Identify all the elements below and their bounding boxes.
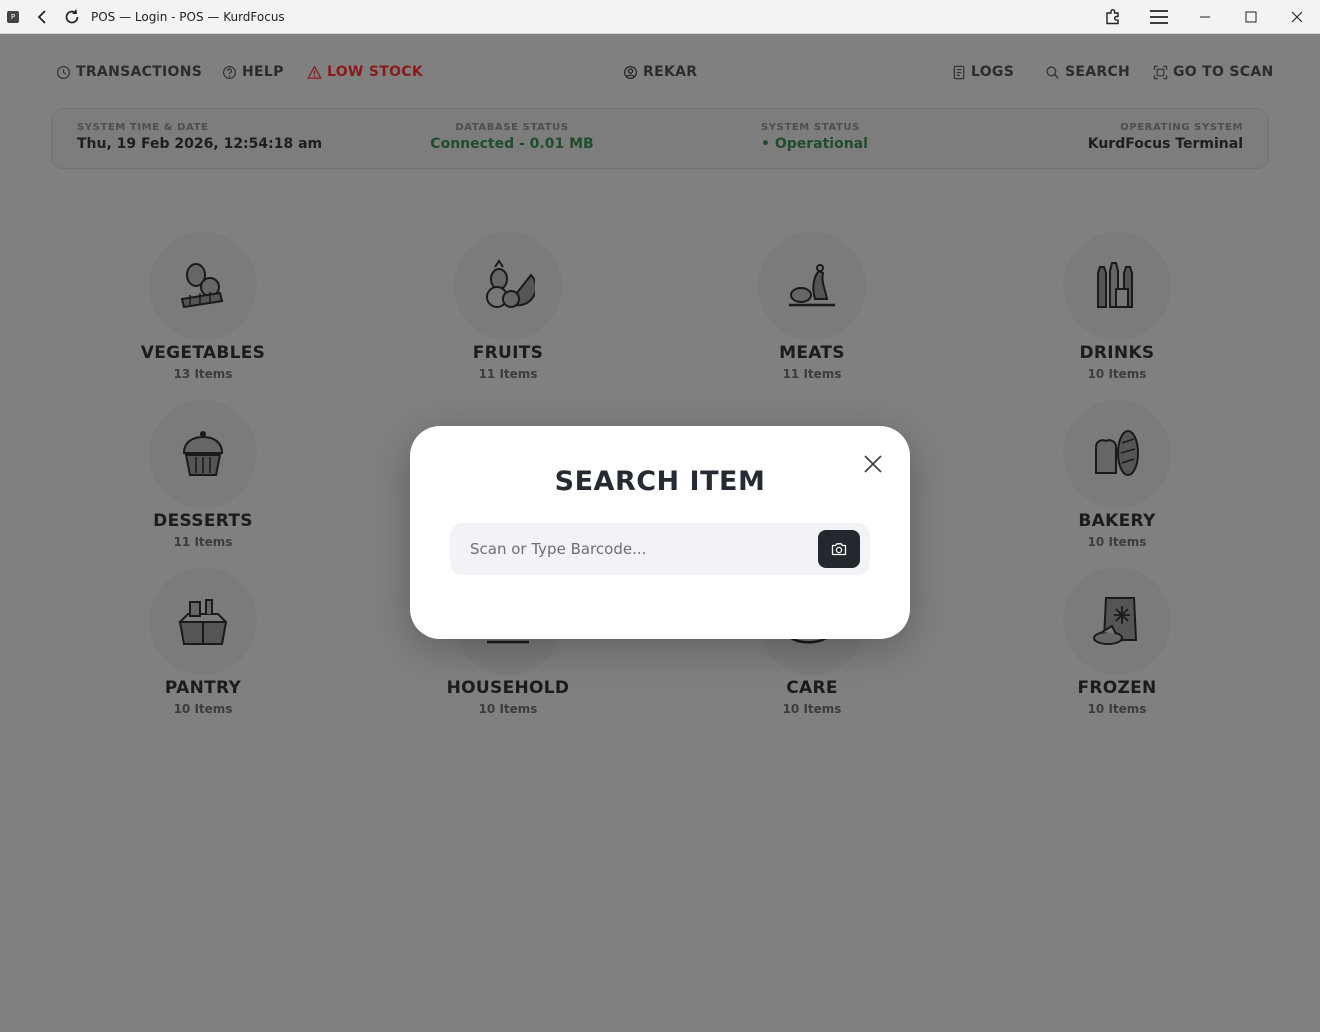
- modal-title: SEARCH ITEM: [554, 466, 766, 497]
- minimize-icon: [1200, 16, 1210, 18]
- back-arrow-icon: [37, 9, 46, 24]
- scan-icon: [1153, 65, 1168, 79]
- app-icon: P: [7, 10, 19, 23]
- barcode-search-box: [450, 523, 870, 575]
- top-navigation: TRANSACTIONS HELP LOW STOCK REKAR LOGS S…: [1, 34, 1319, 108]
- category-name: BAKERY: [1078, 511, 1156, 531]
- nav-user[interactable]: REKAR: [623, 62, 697, 82]
- browser-titlebar: P POS — Login - POS — KurdFocus: [0, 0, 1320, 34]
- category-pantry[interactable]: PANTRY 10 Items: [103, 567, 303, 716]
- category-name: FROZEN: [1077, 678, 1157, 698]
- category-name: DRINKS: [1079, 343, 1155, 363]
- category-count: 10 Items: [1087, 367, 1147, 381]
- category-meats[interactable]: MEATS 11 Items: [712, 232, 912, 381]
- warning-icon: [307, 65, 322, 79]
- category-name: DESSERTS: [153, 511, 253, 531]
- drinks-icon: [1063, 232, 1171, 340]
- camera-icon: [831, 543, 847, 556]
- search-icon: [1046, 65, 1059, 79]
- category-count: 11 Items: [173, 535, 233, 549]
- close-icon: [1291, 11, 1303, 23]
- database-status-label: DATABASE STATUS: [455, 122, 569, 133]
- system-status: SYSTEM STATUS • Operational: [761, 122, 868, 152]
- search-item-modal: SEARCH ITEM: [410, 426, 910, 639]
- nav-search-label: SEARCH: [1065, 64, 1131, 80]
- category-count: 10 Items: [478, 702, 538, 716]
- category-count: 11 Items: [782, 367, 842, 381]
- nav-transactions[interactable]: TRANSACTIONS: [56, 62, 202, 82]
- category-name: FRUITS: [472, 343, 544, 363]
- system-time-value: Thu, 19 Feb 2026, 12:54:18 am: [77, 136, 323, 152]
- operating-system: OPERATING SYSTEM KurdFocus Terminal: [1088, 122, 1243, 152]
- bakery-icon: [1063, 400, 1171, 508]
- puzzle-icon: [1106, 9, 1119, 25]
- category-bakery[interactable]: BAKERY 10 Items: [1017, 400, 1217, 549]
- category-name: MEATS: [779, 343, 845, 363]
- system-time-label: SYSTEM TIME & DATE: [77, 122, 209, 133]
- meats-icon: [758, 232, 866, 340]
- help-icon: [222, 65, 237, 79]
- category-name: PANTRY: [164, 678, 242, 698]
- operating-system-value: KurdFocus Terminal: [1087, 136, 1243, 152]
- category-name: VEGETABLES: [140, 343, 266, 363]
- operating-system-label: OPERATING SYSTEM: [1120, 122, 1243, 133]
- system-status-value: • Operational: [761, 136, 868, 152]
- minimize-button[interactable]: [1182, 0, 1228, 34]
- category-count: 10 Items: [1087, 535, 1147, 549]
- category-name: HOUSEHOLD: [446, 678, 570, 698]
- desserts-icon: [149, 400, 257, 508]
- window-title: POS — Login - POS — KurdFocus: [91, 9, 285, 24]
- clock-icon: [56, 65, 71, 79]
- category-drinks[interactable]: DRINKS 10 Items: [1017, 232, 1217, 381]
- camera-scan-button[interactable]: [818, 530, 860, 568]
- category-desserts[interactable]: DESSERTS 11 Items: [103, 400, 303, 549]
- system-status-label: SYSTEM STATUS: [761, 122, 860, 133]
- nav-search[interactable]: SEARCH: [1045, 62, 1130, 82]
- frozen-icon: [1063, 567, 1171, 675]
- fruits-icon: [454, 232, 562, 340]
- close-window-button[interactable]: [1274, 0, 1320, 34]
- database-status: DATABASE STATUS Connected - 0.01 MB: [412, 122, 612, 152]
- barcode-input[interactable]: [450, 523, 810, 575]
- maximize-button[interactable]: [1228, 0, 1274, 34]
- system-time: SYSTEM TIME & DATE Thu, 19 Feb 2026, 12:…: [77, 122, 322, 152]
- menu-button[interactable]: [1136, 0, 1182, 34]
- category-name: CARE: [786, 678, 838, 698]
- nav-go-to-scan[interactable]: GO TO SCAN: [1153, 62, 1274, 82]
- category-vegetables[interactable]: VEGETABLES 13 Items: [103, 232, 303, 381]
- hamburger-icon: [1150, 10, 1168, 24]
- logs-icon: [953, 65, 965, 79]
- nav-user-label: REKAR: [643, 64, 698, 80]
- category-fruits[interactable]: FRUITS 11 Items: [408, 232, 608, 381]
- nav-help-label: HELP: [242, 64, 284, 80]
- category-frozen[interactable]: FROZEN 10 Items: [1017, 567, 1217, 716]
- nav-help[interactable]: HELP: [222, 62, 284, 82]
- user-icon: [623, 65, 638, 79]
- extensions-button[interactable]: [1090, 0, 1136, 34]
- nav-go-to-scan-label: GO TO SCAN: [1173, 64, 1274, 80]
- maximize-icon: [1245, 11, 1257, 23]
- nav-logs-label: LOGS: [971, 64, 1015, 80]
- reload-icon: [65, 9, 79, 23]
- category-count: 10 Items: [782, 702, 842, 716]
- pantry-icon: [149, 567, 257, 675]
- nav-low-stock[interactable]: LOW STOCK: [307, 62, 423, 82]
- reload-button[interactable]: [59, 4, 85, 30]
- category-count: 10 Items: [1087, 702, 1147, 716]
- nav-logs[interactable]: LOGS: [952, 62, 1014, 82]
- category-count: 10 Items: [173, 702, 233, 716]
- category-count: 13 Items: [173, 367, 233, 381]
- system-status-bar: SYSTEM TIME & DATE Thu, 19 Feb 2026, 12:…: [51, 108, 1269, 169]
- vegetables-icon: [149, 232, 257, 340]
- nav-low-stock-label: LOW STOCK: [327, 64, 423, 80]
- back-button[interactable]: [29, 4, 55, 30]
- database-status-value: Connected - 0.01 MB: [430, 136, 594, 152]
- category-count: 11 Items: [478, 367, 538, 381]
- nav-transactions-label: TRANSACTIONS: [76, 64, 203, 80]
